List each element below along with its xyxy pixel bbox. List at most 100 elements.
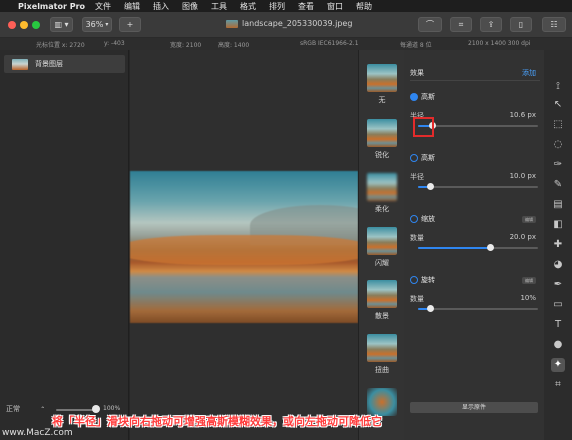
effect-thumb-none[interactable]	[367, 64, 397, 92]
crop-button[interactable]: ⌗	[450, 17, 472, 32]
menu-file[interactable]: 文件	[95, 1, 111, 12]
highlight-box	[413, 117, 434, 137]
radius-value[interactable]: 10.0 px	[510, 172, 536, 180]
effect-label-bokeh: 散景	[375, 312, 389, 320]
effect-label-glow: 闪耀	[375, 259, 389, 267]
add-button[interactable]: +	[119, 17, 141, 32]
sidebar-toggle-icon: ▥ ▾	[54, 20, 69, 29]
radius-slider[interactable]	[418, 125, 538, 127]
amount-slider[interactable]	[418, 247, 538, 249]
bit-depth: 每通道 8 位	[400, 42, 432, 49]
radius-value[interactable]: 10.6 px	[510, 111, 536, 119]
effect-title-spin[interactable]: 旋转	[421, 275, 435, 285]
color-picker-icon[interactable]: ✑	[551, 158, 565, 172]
info-bar: 光标位置 x: 2720 y: -403 宽度: 2100 高度: 1400 s…	[0, 38, 572, 50]
show-original-button[interactable]: 显示原件	[410, 402, 538, 413]
adjustments-button[interactable]: ☷	[542, 17, 566, 32]
effect-title-gaussian[interactable]: 高斯	[421, 92, 435, 102]
opacity-slider[interactable]	[56, 409, 96, 411]
effect-thumb-soften[interactable]	[367, 173, 397, 201]
paint-tool-icon[interactable]: ✎	[551, 178, 565, 192]
effect-enable-checkbox[interactable]	[410, 154, 418, 162]
opacity-slider-knob[interactable]	[92, 405, 100, 413]
selection-tool-icon[interactable]: ⬚	[551, 118, 565, 132]
toolbar: ▥ ▾ 36% ▾ + landscape_205330039.jpeg ⌒ ⌗…	[0, 12, 572, 38]
menu-window[interactable]: 窗口	[327, 1, 343, 12]
document-title[interactable]: landscape_205330039.jpeg	[226, 19, 352, 28]
effect-label-none: 无	[378, 96, 386, 104]
type-tool-icon[interactable]: T	[551, 318, 565, 332]
effect-thumb-spin[interactable]	[367, 388, 397, 416]
view-mode-button[interactable]: ▥ ▾	[50, 17, 73, 32]
divider	[410, 80, 540, 81]
edit-button[interactable]: 编辑	[522, 216, 536, 223]
menu-format[interactable]: 格式	[240, 1, 256, 12]
blend-mode-select[interactable]: 正常 ⌃	[6, 404, 45, 414]
gradient-tool-icon[interactable]: ▤	[551, 198, 565, 212]
radius-slider[interactable]	[418, 186, 538, 188]
image-height: 高度: 1400	[218, 42, 250, 49]
effect-enable-checkbox[interactable]	[410, 276, 418, 284]
share-button[interactable]: ⇪	[480, 17, 502, 32]
effect-title-zoom[interactable]: 缩放	[421, 214, 435, 224]
pen-tool-icon[interactable]: ✒	[551, 278, 565, 292]
style-tool-button[interactable]: ⌒	[418, 17, 442, 32]
menu-tools[interactable]: 工具	[211, 1, 227, 12]
zoom-window-button[interactable]	[32, 21, 40, 29]
blend-mode-value: 正常	[6, 405, 20, 413]
add-effect-button[interactable]: 添加	[522, 68, 536, 78]
effect-thumb-bokeh[interactable]	[367, 280, 397, 308]
zoom-select[interactable]: 36% ▾	[82, 17, 112, 32]
repair-tool-icon[interactable]: ✚	[551, 238, 565, 252]
close-window-button[interactable]	[8, 21, 16, 29]
effect-title-gaussian-2[interactable]: 高斯	[421, 153, 435, 163]
color-profile: sRGB IEC61966-2.1	[300, 40, 359, 47]
sliders-icon: ☷	[550, 20, 558, 29]
effect-enable-checkbox[interactable]	[410, 93, 418, 101]
canvas-area[interactable]	[130, 50, 358, 440]
cursor-x: 光标位置 x: 2720	[36, 42, 85, 49]
shapes-tool-icon[interactable]: ●	[551, 338, 565, 352]
move-tool-icon[interactable]: ↖	[551, 98, 565, 112]
arrange-tool-icon[interactable]: ⟟	[551, 80, 565, 94]
menu-app-name[interactable]: Pixelmator Pro	[18, 2, 85, 11]
menu-arrange[interactable]: 排列	[269, 1, 285, 12]
effect-enable-checkbox[interactable]	[410, 215, 418, 223]
menu-edit[interactable]: 编辑	[124, 1, 140, 12]
radius-slider-knob[interactable]	[426, 183, 434, 190]
amount-value[interactable]: 20.0 px	[510, 233, 536, 241]
crop-tool-icon[interactable]: ⌗	[551, 378, 565, 392]
menu-help[interactable]: 帮助	[356, 1, 372, 12]
effect-label-distort: 扭曲	[375, 366, 389, 374]
layer-item[interactable]: 背景图层	[4, 55, 125, 73]
amount-slider[interactable]	[418, 308, 538, 310]
effect-label-sharpen: 锐化	[375, 151, 389, 159]
effect-thumb-glow[interactable]	[367, 227, 397, 255]
menu-insert[interactable]: 插入	[153, 1, 169, 12]
effect-thumb-distort[interactable]	[367, 334, 397, 362]
image-dimensions: 2100 x 1400 300 dpi	[468, 40, 531, 47]
effects-browser: 无 锐化 柔化 闪耀 散景 扭曲	[358, 50, 404, 440]
clone-tool-icon[interactable]: ◕	[551, 258, 565, 272]
inspector-title: 效果	[410, 69, 424, 77]
landscape-photo	[130, 171, 358, 323]
amount-slider-knob[interactable]	[486, 244, 494, 251]
document-thumbnail-icon	[226, 19, 238, 28]
amount-value[interactable]: 10%	[520, 294, 536, 302]
export-button[interactable]: ▯	[510, 17, 532, 32]
minimize-window-button[interactable]	[20, 21, 28, 29]
shape-tool-icon[interactable]: ▭	[551, 298, 565, 312]
effect-thumb-sharpen[interactable]	[367, 119, 397, 147]
effects-tool-icon[interactable]: ✦	[551, 358, 565, 372]
menu-image[interactable]: 图像	[182, 1, 198, 12]
document-icon: ▯	[518, 20, 524, 29]
amount-slider-knob[interactable]	[426, 305, 434, 312]
plus-icon: +	[126, 20, 134, 29]
chevron-down-icon: ▾	[105, 21, 109, 28]
edit-button[interactable]: 编辑	[522, 277, 536, 284]
menu-view[interactable]: 查看	[298, 1, 314, 12]
layers-sidebar: 背景图层 正常 ⌃ 100%	[0, 50, 129, 440]
eraser-tool-icon[interactable]: ◧	[551, 218, 565, 232]
lasso-tool-icon[interactable]: ◌	[551, 138, 565, 152]
updown-chevron-icon: ⌃	[40, 406, 46, 413]
